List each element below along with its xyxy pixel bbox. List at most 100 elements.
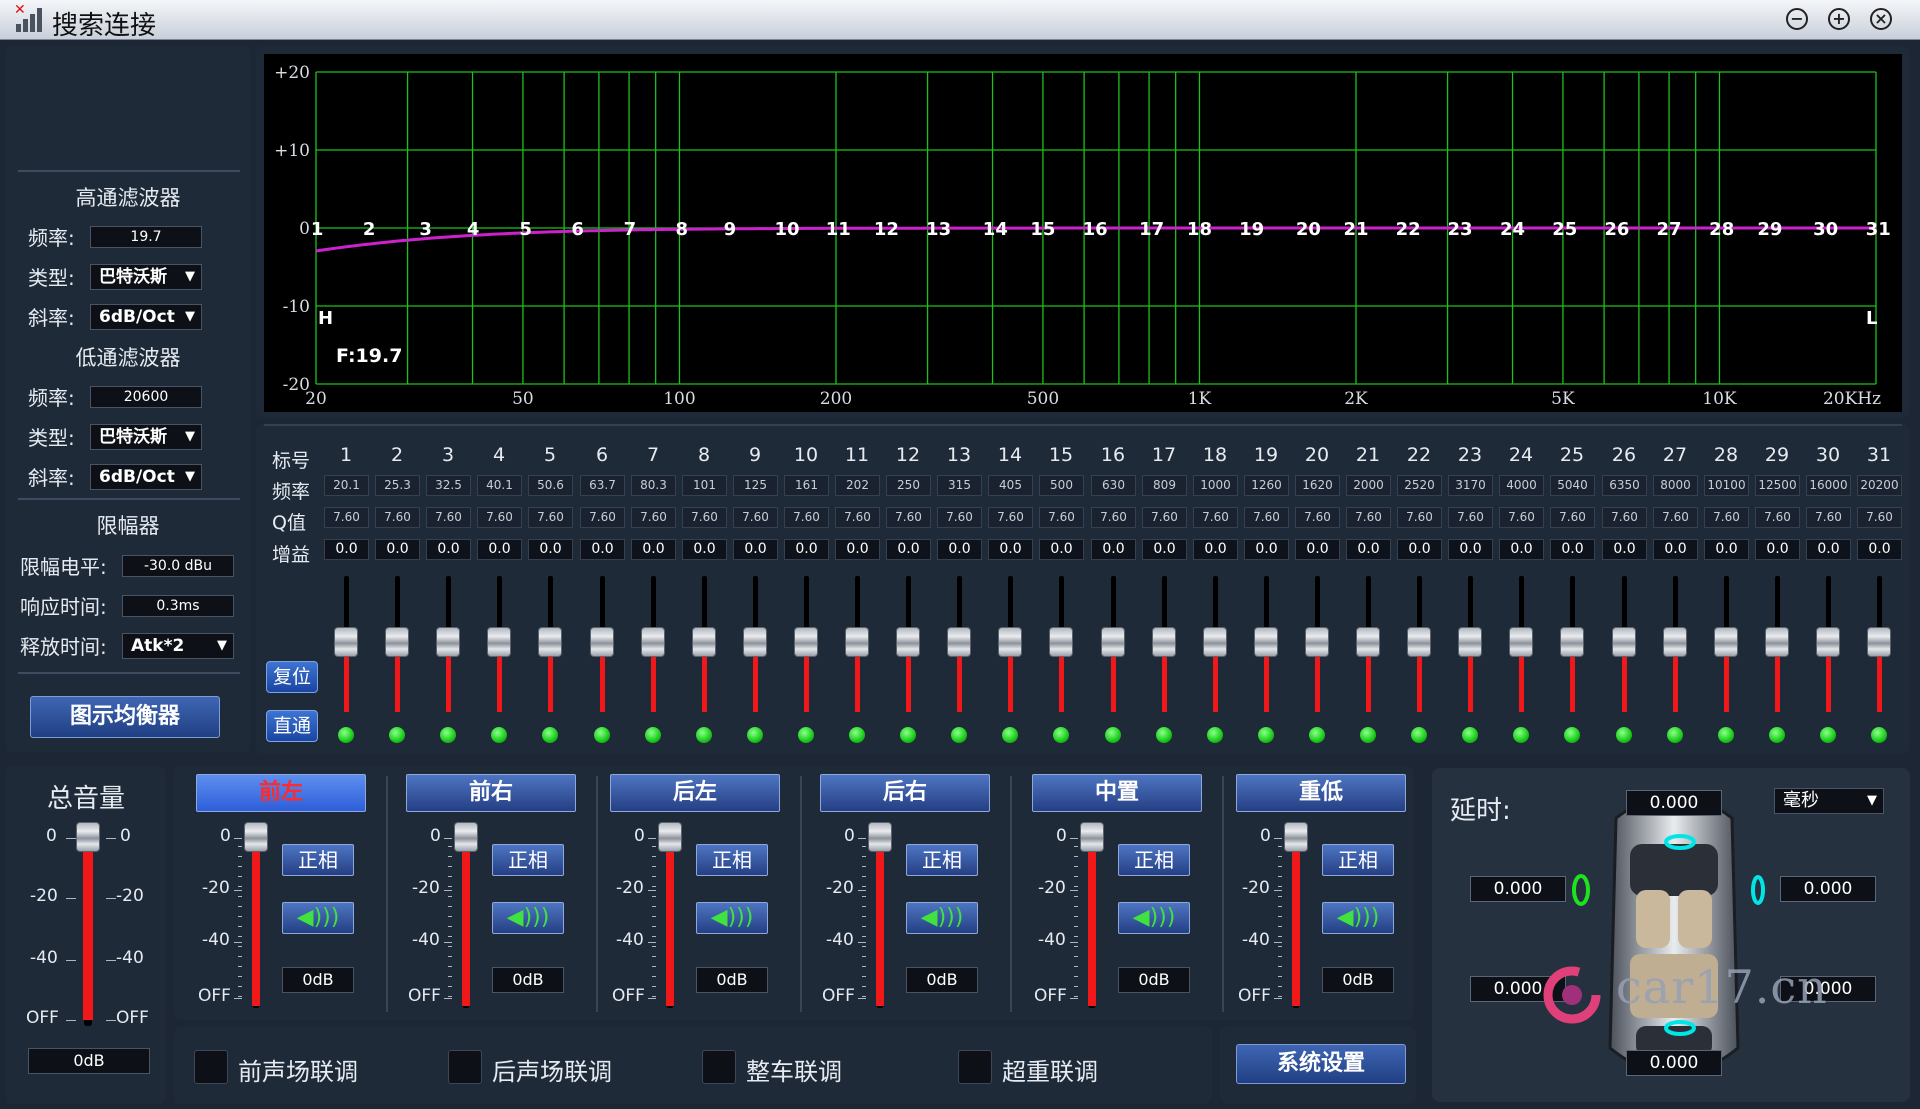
band-freq-field[interactable]: 3170	[1448, 475, 1493, 496]
lpf-type-select[interactable]: 巴特沃斯 ▼	[90, 424, 202, 450]
band-q-field[interactable]: 7.60	[1550, 507, 1595, 528]
band-fader-knob[interactable]	[1254, 627, 1278, 657]
band-fader-knob[interactable]	[487, 627, 511, 657]
band-fader-knob[interactable]	[1203, 627, 1227, 657]
band-freq-field[interactable]: 8000	[1653, 475, 1698, 496]
band-q-field[interactable]: 7.60	[631, 507, 676, 528]
band-gain-field[interactable]: 0.0	[1244, 539, 1289, 560]
channel-fader-knob[interactable]	[244, 822, 268, 852]
band-q-field[interactable]: 7.60	[1091, 507, 1136, 528]
band-gain-field[interactable]: 0.0	[1142, 539, 1187, 560]
channel-db-value[interactable]: 0dB	[282, 967, 354, 993]
band-fader-knob[interactable]	[538, 627, 562, 657]
band-fader-knob[interactable]	[845, 627, 869, 657]
band-freq-field[interactable]: 125	[733, 475, 778, 496]
band-freq-field[interactable]: 40.1	[477, 475, 522, 496]
delay-sub-field[interactable]: 0.000	[1626, 1050, 1722, 1076]
channel-db-value[interactable]: 0dB	[696, 967, 768, 993]
band-q-field[interactable]: 7.60	[886, 507, 931, 528]
sub-link-checkbox[interactable]	[958, 1050, 992, 1084]
channel-button[interactable]: 中置	[1032, 774, 1202, 812]
band-gain-field[interactable]: 0.0	[1755, 539, 1800, 560]
band-fader-knob[interactable]	[1356, 627, 1380, 657]
band-fader-knob[interactable]	[1663, 627, 1687, 657]
band-freq-field[interactable]: 1000	[1193, 475, 1238, 496]
minimize-icon[interactable]: −	[1786, 8, 1808, 30]
band-q-field[interactable]: 7.60	[1499, 507, 1544, 528]
band-freq-field[interactable]: 161	[784, 475, 829, 496]
band-q-field[interactable]: 7.60	[1448, 507, 1493, 528]
band-q-field[interactable]: 7.60	[528, 507, 573, 528]
band-q-field[interactable]: 7.60	[580, 507, 625, 528]
band-gain-field[interactable]: 0.0	[1346, 539, 1391, 560]
band-freq-field[interactable]: 202	[835, 475, 880, 496]
band-freq-field[interactable]: 4000	[1499, 475, 1544, 496]
band-freq-field[interactable]: 20200	[1857, 475, 1902, 496]
band-q-field[interactable]: 7.60	[682, 507, 727, 528]
band-fader-knob[interactable]	[641, 627, 665, 657]
band-q-field[interactable]: 7.60	[1806, 507, 1851, 528]
channel-fader-knob[interactable]	[868, 822, 892, 852]
band-q-field[interactable]: 7.60	[1142, 507, 1187, 528]
band-fader-knob[interactable]	[1305, 627, 1329, 657]
band-freq-field[interactable]: 1620	[1295, 475, 1340, 496]
band-gain-field[interactable]: 0.0	[1499, 539, 1544, 560]
channel-db-value[interactable]: 0dB	[1118, 967, 1190, 993]
lpf-freq-field[interactable]: 20600	[90, 386, 202, 408]
channel-fader-knob[interactable]	[658, 822, 682, 852]
band-gain-field[interactable]: 0.0	[528, 539, 573, 560]
phase-button[interactable]: 正相	[492, 844, 564, 876]
delay-front-left-field[interactable]: 0.000	[1470, 876, 1566, 902]
band-gain-field[interactable]: 0.0	[1857, 539, 1902, 560]
band-freq-field[interactable]: 16000	[1806, 475, 1851, 496]
delay-front-center-field[interactable]: 0.000	[1626, 790, 1722, 816]
band-q-field[interactable]: 7.60	[1039, 507, 1084, 528]
band-fader-knob[interactable]	[794, 627, 818, 657]
band-gain-field[interactable]: 0.0	[784, 539, 829, 560]
band-gain-field[interactable]: 0.0	[1448, 539, 1493, 560]
band-q-field[interactable]: 7.60	[1397, 507, 1442, 528]
band-freq-field[interactable]: 25.3	[375, 475, 420, 496]
band-fader-knob[interactable]	[1765, 627, 1789, 657]
band-fader-knob[interactable]	[1407, 627, 1431, 657]
band-q-field[interactable]: 7.60	[324, 507, 369, 528]
band-q-field[interactable]: 7.60	[937, 507, 982, 528]
band-freq-field[interactable]: 2520	[1397, 475, 1442, 496]
band-fader-knob[interactable]	[1101, 627, 1125, 657]
mute-button[interactable]: ◀)))	[1118, 902, 1190, 934]
channel-fader-knob[interactable]	[454, 822, 478, 852]
band-fader-knob[interactable]	[1867, 627, 1891, 657]
band-freq-field[interactable]: 500	[1039, 475, 1084, 496]
band-gain-field[interactable]: 0.0	[1193, 539, 1238, 560]
limiter-attack-field[interactable]: 0.3ms	[122, 595, 234, 617]
band-freq-field[interactable]: 10100	[1704, 475, 1749, 496]
close-icon[interactable]: ×	[1870, 8, 1892, 30]
band-q-field[interactable]: 7.60	[835, 507, 880, 528]
band-freq-field[interactable]: 6350	[1602, 475, 1647, 496]
band-gain-field[interactable]: 0.0	[835, 539, 880, 560]
mute-button[interactable]: ◀)))	[1322, 902, 1394, 934]
band-gain-field[interactable]: 0.0	[733, 539, 778, 560]
band-gain-field[interactable]: 0.0	[682, 539, 727, 560]
channel-button[interactable]: 后左	[610, 774, 780, 812]
band-gain-field[interactable]: 0.0	[1653, 539, 1698, 560]
band-gain-field[interactable]: 0.0	[1295, 539, 1340, 560]
maximize-icon[interactable]: +	[1828, 8, 1850, 30]
system-settings-button[interactable]: 系统设置	[1236, 1044, 1406, 1084]
phase-button[interactable]: 正相	[282, 844, 354, 876]
master-fader-knob[interactable]	[76, 822, 100, 852]
master-volume-value[interactable]: 0dB	[28, 1048, 150, 1074]
channel-fader-knob[interactable]	[1080, 822, 1104, 852]
band-q-field[interactable]: 7.60	[1193, 507, 1238, 528]
band-freq-field[interactable]: 630	[1091, 475, 1136, 496]
band-gain-field[interactable]: 0.0	[1602, 539, 1647, 560]
band-fader-knob[interactable]	[334, 627, 358, 657]
band-fader-knob[interactable]	[590, 627, 614, 657]
band-fader-knob[interactable]	[692, 627, 716, 657]
phase-button[interactable]: 正相	[1118, 844, 1190, 876]
phase-button[interactable]: 正相	[906, 844, 978, 876]
band-fader-knob[interactable]	[385, 627, 409, 657]
band-q-field[interactable]: 7.60	[784, 507, 829, 528]
mute-button[interactable]: ◀)))	[492, 902, 564, 934]
band-q-field[interactable]: 7.60	[1704, 507, 1749, 528]
